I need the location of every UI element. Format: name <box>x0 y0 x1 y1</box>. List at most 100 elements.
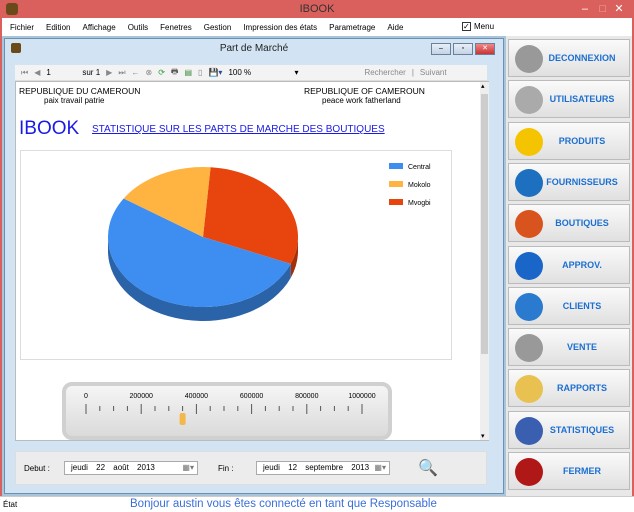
refresh-icon[interactable]: ⟳ <box>158 68 165 77</box>
sidebar-button-utilisateurs[interactable]: UTILISATEURS <box>508 80 630 119</box>
menu-gestion[interactable]: Gestion <box>204 23 232 32</box>
clients-icon <box>515 292 543 321</box>
rapports-icon <box>515 375 543 404</box>
menu-fenetres[interactable]: Fenetres <box>160 23 192 32</box>
menu-checkbox-label: Menu <box>474 22 495 31</box>
next-page-icon[interactable]: ▶ <box>106 68 112 77</box>
sidebar-button-statistiques[interactable]: STATISTIQUES <box>508 410 630 449</box>
sidebar-button-label: VENTE <box>566 342 597 353</box>
vente-icon <box>515 334 543 363</box>
title-bar: IBOOK – □ ✕ <box>0 0 634 18</box>
legend-swatch <box>389 181 403 187</box>
sidebar-button-deconnexion[interactable]: DECONNEXION <box>508 39 630 77</box>
menu-outils[interactable]: Outils <box>128 23 148 32</box>
page-setup-icon[interactable]: ▯ <box>198 68 202 77</box>
date-filter-panel: Debut : jeudi 22 août 2013 ▦▾ Fin : jeudi… <box>15 451 487 485</box>
calendar-dropdown-icon[interactable]: ▦▾ <box>182 462 194 474</box>
back-icon[interactable]: ← <box>132 68 140 77</box>
print-icon[interactable]: 🖶 <box>171 66 179 80</box>
sidebar-button-approv[interactable]: APPROV. <box>508 245 630 284</box>
sidebar-button-label: APPROV. <box>562 259 602 270</box>
gauge-marker <box>179 413 186 425</box>
app-title: IBOOK <box>299 3 335 15</box>
close-button[interactable]: ✕ <box>610 0 628 18</box>
header-left: REPUBLIQUE DU CAMEROUN <box>19 86 141 96</box>
vertical-scrollbar[interactable]: ▴ ▾ <box>480 82 489 440</box>
search-link[interactable]: Rechercher <box>364 68 405 77</box>
fin-label: Fin : <box>218 464 234 473</box>
page-input[interactable]: 1 <box>46 68 76 77</box>
report-brand: IBOOK <box>19 118 80 139</box>
sidebar-button-produits[interactable]: PRODUITS <box>508 121 630 160</box>
fournisseurs-icon <box>515 168 543 197</box>
app-icon <box>6 3 18 15</box>
zoom-select[interactable]: 100 % <box>228 68 288 77</box>
gauge-tick-label: 600000 <box>240 393 263 400</box>
child-restore-button[interactable]: ▫ <box>453 43 473 55</box>
menu-edition[interactable]: Edition <box>46 23 70 32</box>
debut-label: Debut : <box>24 464 50 473</box>
motto-left: paix travail patrie <box>44 96 105 105</box>
deconnexion-icon <box>515 45 543 73</box>
legend-label: Central <box>408 164 431 171</box>
sidebar-button-fournisseurs[interactable]: FOURNISSEURS <box>508 162 630 201</box>
last-page-icon[interactable]: ⏭ <box>118 68 125 78</box>
pie-chart: Central Mokolo Mvogbi <box>20 150 452 360</box>
gauge-svg: 0 200000 400000 600000 800000 1000000 <box>84 393 376 425</box>
minimize-button[interactable]: – <box>582 0 588 18</box>
window-icon <box>11 43 21 53</box>
sidebar-button-label: UTILISATEURS <box>549 94 615 105</box>
child-minimize-button[interactable]: – <box>431 43 451 55</box>
menu-aide[interactable]: Aide <box>387 23 403 32</box>
legend-swatch <box>389 163 403 169</box>
menu-parametrage[interactable]: Parametrage <box>329 23 375 32</box>
sidebar-button-label: FOURNISSEURS <box>546 176 618 187</box>
first-page-icon[interactable]: ⏮ <box>21 68 28 78</box>
scroll-up-icon[interactable]: ▴ <box>481 82 485 90</box>
sidebar-button-label: PRODUITS <box>558 135 606 146</box>
boutiques-icon <box>515 210 543 239</box>
calendar-dropdown-icon[interactable]: ▦▾ <box>374 462 386 474</box>
stop-icon[interactable]: ⊗ <box>146 68 153 77</box>
utilisateurs-icon <box>515 86 543 115</box>
status-message: Bonjour austin vous êtes connecté en tan… <box>130 498 437 510</box>
fin-date-picker[interactable]: jeudi 12 septembre 2013 ▦▾ <box>256 461 390 475</box>
sidebar-button-vente[interactable]: VENTE <box>508 328 630 367</box>
scroll-thumb[interactable] <box>481 94 488 354</box>
page-count: sur 1 <box>82 68 101 77</box>
window-title: Part de Marché <box>219 43 289 54</box>
page-layout-icon[interactable]: ▤ <box>184 68 192 77</box>
sidebar-button-boutiques[interactable]: BOUTIQUES <box>508 204 630 243</box>
gauge: 0 200000 400000 600000 800000 1000000 <box>62 382 392 440</box>
pie-svg: Central Mokolo Mvogbi <box>107 163 431 321</box>
sidebar-button-fermer[interactable]: FERMER <box>508 452 630 490</box>
legend-label: Mvogbi <box>408 200 431 207</box>
menu-checkbox[interactable]: ✓ <box>462 22 471 31</box>
sidebar-button-clients[interactable]: CLIENTS <box>508 286 630 325</box>
report-subtitle[interactable]: STATISTIQUE SUR LES PARTS DE MARCHE DES … <box>92 124 385 135</box>
fermer-icon <box>515 458 543 486</box>
zoom-dropdown-icon[interactable]: ▾ <box>294 68 298 77</box>
debut-date-value: jeudi 22 août 2013 <box>71 463 155 472</box>
export-icon[interactable]: 💾▾ <box>208 68 222 77</box>
sidebar-button-label: STATISTIQUES <box>549 424 615 435</box>
child-close-button[interactable]: ✕ <box>475 43 495 55</box>
legend-swatch <box>389 199 403 205</box>
status-bar: État Bonjour austin vous êtes connecté e… <box>0 496 634 512</box>
scroll-down-icon[interactable]: ▾ <box>481 432 485 440</box>
report-viewer: REPUBLIQUE DU CAMEROUN paix travail patr… <box>15 81 489 441</box>
prev-page-icon[interactable]: ◀ <box>34 68 40 77</box>
debut-date-picker[interactable]: jeudi 22 août 2013 ▦▾ <box>64 461 198 475</box>
sidebar-button-rapports[interactable]: RAPPORTS <box>508 369 630 408</box>
sidebar-button-label: DECONNEXION <box>548 53 616 63</box>
menu-fichier[interactable]: Fichier <box>10 23 34 32</box>
menu-toggle[interactable]: ✓ Menu <box>462 22 494 31</box>
search-magnifier-icon[interactable]: 🔍 <box>418 458 438 478</box>
menu-bar: Fichier Edition Affichage Outils Fenetre… <box>2 18 632 36</box>
menu-affichage[interactable]: Affichage <box>82 23 115 32</box>
gauge-tick-label: 400000 <box>185 393 208 400</box>
menu-impression[interactable]: Impression des états <box>243 23 317 32</box>
next-link[interactable]: Suivant <box>420 68 447 77</box>
gauge-tick-label: 0 <box>84 393 88 400</box>
maximize-button[interactable]: □ <box>599 0 606 18</box>
